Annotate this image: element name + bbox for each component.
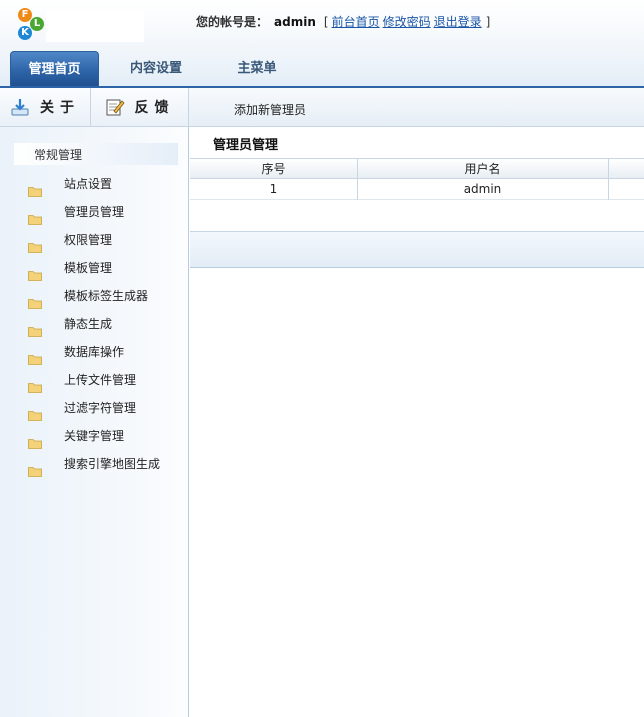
sidebar-item[interactable]: 数据库操作 xyxy=(0,338,189,366)
page-title: 管理员管理 xyxy=(213,138,279,153)
table-footer xyxy=(190,232,644,268)
sidebar-item[interactable]: 模板标签生成器 xyxy=(0,282,189,310)
folder-icon xyxy=(28,291,42,309)
table-header: 序号 用户名 xyxy=(190,158,644,179)
folder-icon xyxy=(28,347,42,365)
folder-icon xyxy=(28,263,42,281)
sidebar-item[interactable]: 搜索引擎地图生成 xyxy=(0,450,189,478)
feedback-button[interactable]: 反馈 xyxy=(91,88,189,126)
column-header-username: 用户名 xyxy=(464,162,501,176)
folder-icon xyxy=(28,319,42,337)
folder-icon xyxy=(28,235,42,253)
table-row[interactable]: 1 admin xyxy=(190,179,644,200)
row-username: admin xyxy=(463,182,502,196)
add-admin-link[interactable]: 添加新管理员 xyxy=(234,101,306,118)
sidebar-item[interactable]: 权限管理 xyxy=(0,226,189,254)
column-divider xyxy=(357,158,358,200)
logo-banner xyxy=(46,10,144,42)
about-button[interactable]: 关于 xyxy=(0,88,91,126)
sidebar-item-label: 过滤字符管理 xyxy=(64,401,137,415)
account-label: 您的帐号是： xyxy=(196,15,269,29)
bracket-open: [ xyxy=(323,15,329,29)
sidebar-item[interactable]: 管理员管理 xyxy=(0,198,189,226)
sidebar-item-label: 模板标签生成器 xyxy=(64,289,149,303)
feedback-label: 反馈 xyxy=(134,100,175,116)
change-password-link[interactable]: 修改密码 xyxy=(383,15,431,29)
sidebar-item[interactable]: 站点设置 xyxy=(0,170,189,198)
column-header-index: 序号 xyxy=(261,162,286,176)
row-index: 1 xyxy=(269,182,278,196)
tab-admin-home[interactable]: 管理首页 xyxy=(10,51,99,87)
account-info: 您的帐号是： admin [前台首页 修改密码 退出登录] xyxy=(196,13,490,30)
sidebar-item-label: 关键字管理 xyxy=(64,429,125,443)
logo[interactable]: F L K xyxy=(14,8,48,44)
sidebar-item[interactable]: 关键字管理 xyxy=(0,422,189,450)
tab-content-settings[interactable]: 内容设置 xyxy=(114,51,198,87)
bracket-close: ] xyxy=(485,15,491,29)
sidebar-item-label: 上传文件管理 xyxy=(64,373,137,387)
folder-icon xyxy=(28,207,42,225)
sidebar-item-label: 静态生成 xyxy=(64,317,113,331)
sidebar-item[interactable]: 过滤字符管理 xyxy=(0,394,189,422)
column-header-actions xyxy=(608,159,644,179)
header: F L K 您的帐号是： admin [前台首页 修改密码 退出登录] 管理首页 内容设… xyxy=(0,0,644,88)
frontend-home-link[interactable]: 前台首页 xyxy=(332,15,380,29)
sidebar-item-label: 数据库操作 xyxy=(64,345,125,359)
sidebar-item[interactable]: 模板管理 xyxy=(0,254,189,282)
sidebar-item-label: 站点设置 xyxy=(64,177,113,191)
column-divider xyxy=(608,158,609,200)
folder-icon xyxy=(28,459,42,477)
about-label: 关于 xyxy=(40,100,80,116)
sidebar-item[interactable]: 上传文件管理 xyxy=(0,366,189,394)
sidebar-item-label: 权限管理 xyxy=(64,233,113,247)
sidebar-item-label: 管理员管理 xyxy=(64,205,125,219)
sidebar-item-label: 模板管理 xyxy=(64,261,113,275)
folder-icon xyxy=(28,431,42,449)
table-body-empty xyxy=(190,200,644,232)
folder-icon xyxy=(28,179,42,197)
account-username: admin xyxy=(274,15,316,29)
folder-icon xyxy=(28,375,42,393)
logo-letter-l: L xyxy=(30,17,44,31)
toolbar: 关于 反馈 xyxy=(0,88,644,127)
sidebar-heading[interactable]: 常规管理 xyxy=(14,143,178,165)
tab-main-menu[interactable]: 主菜单 xyxy=(220,51,294,87)
sidebar: 常规管理 站点设置管理员管理权限管理模板管理模板标签生成器 静态生成数据库操作上传… xyxy=(0,127,189,717)
download-arrow-icon xyxy=(10,97,30,117)
logo-letter-k: K xyxy=(18,26,32,40)
sidebar-item-label: 搜索引擎地图生成 xyxy=(64,457,161,471)
edit-note-icon xyxy=(105,97,125,117)
logout-link[interactable]: 退出登录 xyxy=(434,15,482,29)
folder-icon xyxy=(28,403,42,421)
sidebar-item[interactable]: 静态生成 xyxy=(0,310,189,338)
